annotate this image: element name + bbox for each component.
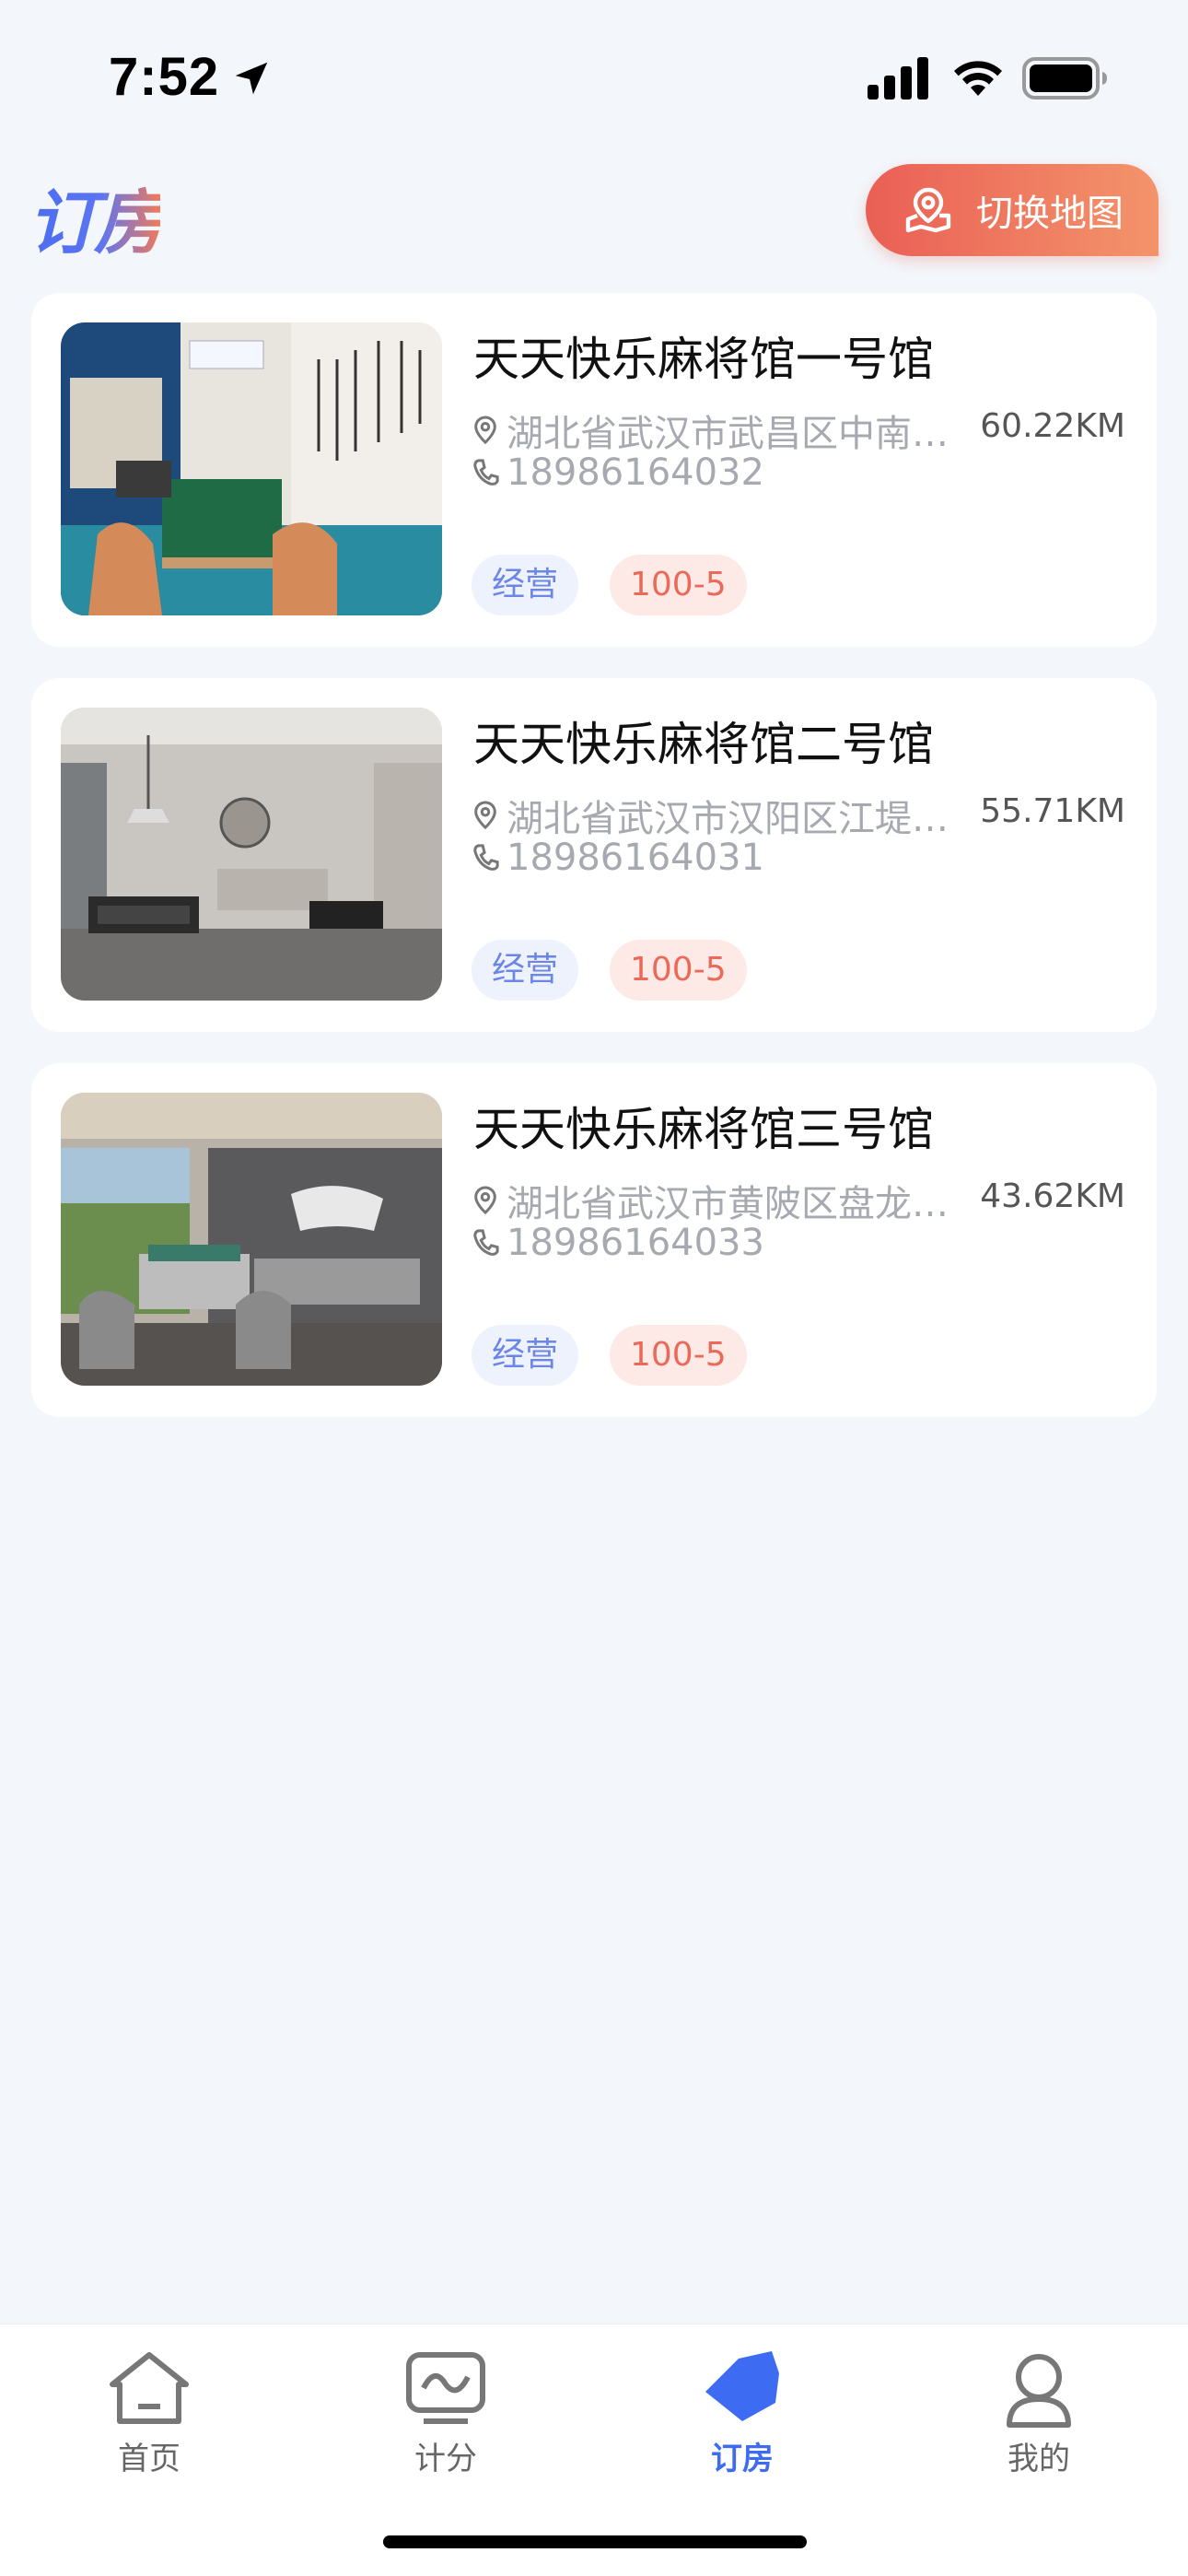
- booking-icon: [705, 2351, 779, 2421]
- tab-score[interactable]: 计分: [354, 2324, 538, 2490]
- switch-map-label: 切换地图: [976, 193, 1124, 235]
- location-pin-icon: [474, 1186, 496, 1215]
- venue-address-text: 湖北省武汉市汉阳区江堤…: [507, 798, 949, 840]
- rate-tag: 100-5: [610, 940, 747, 1001]
- venue-address: 湖北省武汉市黄陂区盘龙…: [472, 1174, 987, 1227]
- venue-name: 天天快乐麻将馆一号馆: [473, 333, 934, 386]
- venue-address: 湖北省武汉市武昌区中南…: [472, 404, 987, 457]
- tab-score-label: 计分: [414, 2441, 477, 2477]
- venue-card[interactable]: 天天快乐麻将馆三号馆 湖北省武汉市黄陂区盘龙… 43.62KM 18986164…: [31, 1063, 1157, 1417]
- rate-tag: 100-5: [610, 555, 747, 615]
- venue-phone: 18986164033: [472, 1222, 764, 1264]
- profile-icon: [1007, 2354, 1071, 2428]
- venue-phone-text: 18986164033: [507, 1222, 764, 1264]
- venue-distance: 43.62KM: [980, 1177, 1125, 1215]
- page-title: 订房: [28, 166, 164, 267]
- venue-photo: [61, 1093, 442, 1386]
- venue-distance: 60.22KM: [980, 407, 1125, 445]
- phone-icon: [473, 844, 499, 871]
- location-arrow-icon: [235, 62, 268, 95]
- location-pin-icon: [474, 416, 496, 445]
- status-bar: 7:52: [0, 0, 1188, 157]
- location-pin-icon: [474, 801, 496, 830]
- status-time: 7:52: [109, 47, 220, 107]
- status-tag: 经营: [472, 1325, 579, 1386]
- tab-booking[interactable]: 订房: [650, 2324, 834, 2490]
- venue-name: 天天快乐麻将馆二号馆: [473, 718, 934, 771]
- wifi-icon: [954, 61, 1002, 96]
- home-icon: [110, 2352, 189, 2424]
- home-indicator: [383, 2535, 807, 2548]
- tab-home-label: 首页: [118, 2441, 181, 2477]
- venue-phone-text: 18986164032: [507, 451, 764, 494]
- venue-address-text: 湖北省武汉市黄陂区盘龙…: [507, 1183, 949, 1225]
- phone-icon: [473, 1229, 499, 1256]
- cellular-signal-icon: [868, 57, 928, 100]
- venue-photo: [61, 322, 442, 615]
- status-tag: 经营: [472, 555, 579, 615]
- venue-address: 湖北省武汉市汉阳区江堤…: [472, 789, 987, 842]
- rate-tag: 100-5: [610, 1325, 747, 1386]
- venue-phone: 18986164031: [472, 837, 764, 879]
- venue-card[interactable]: 天天快乐麻将馆二号馆 湖北省武汉市汉阳区江堤… 55.71KM 18986164…: [31, 678, 1157, 1032]
- venue-address-text: 湖北省武汉市武昌区中南…: [507, 413, 949, 455]
- venue-name: 天天快乐麻将馆三号馆: [473, 1103, 934, 1156]
- switch-map-button[interactable]: 切换地图: [866, 164, 1159, 256]
- venue-distance: 55.71KM: [980, 792, 1125, 830]
- venue-phone: 18986164032: [472, 451, 764, 494]
- phone-icon: [473, 459, 499, 486]
- tab-profile[interactable]: 我的: [947, 2324, 1131, 2490]
- status-tag: 经营: [472, 940, 579, 1001]
- venue-photo: [61, 708, 442, 1001]
- score-icon: [406, 2352, 485, 2424]
- battery-icon: [1022, 57, 1107, 100]
- venue-card[interactable]: 天天快乐麻将馆一号馆 湖北省武汉市武昌区中南… 60.22KM 18986164…: [31, 293, 1157, 647]
- tab-booking-label: 订房: [711, 2441, 774, 2477]
- tab-home[interactable]: 首页: [57, 2324, 241, 2490]
- venue-phone-text: 18986164031: [507, 837, 764, 879]
- tab-profile-label: 我的: [1007, 2441, 1070, 2477]
- map-pin-icon: [905, 187, 951, 233]
